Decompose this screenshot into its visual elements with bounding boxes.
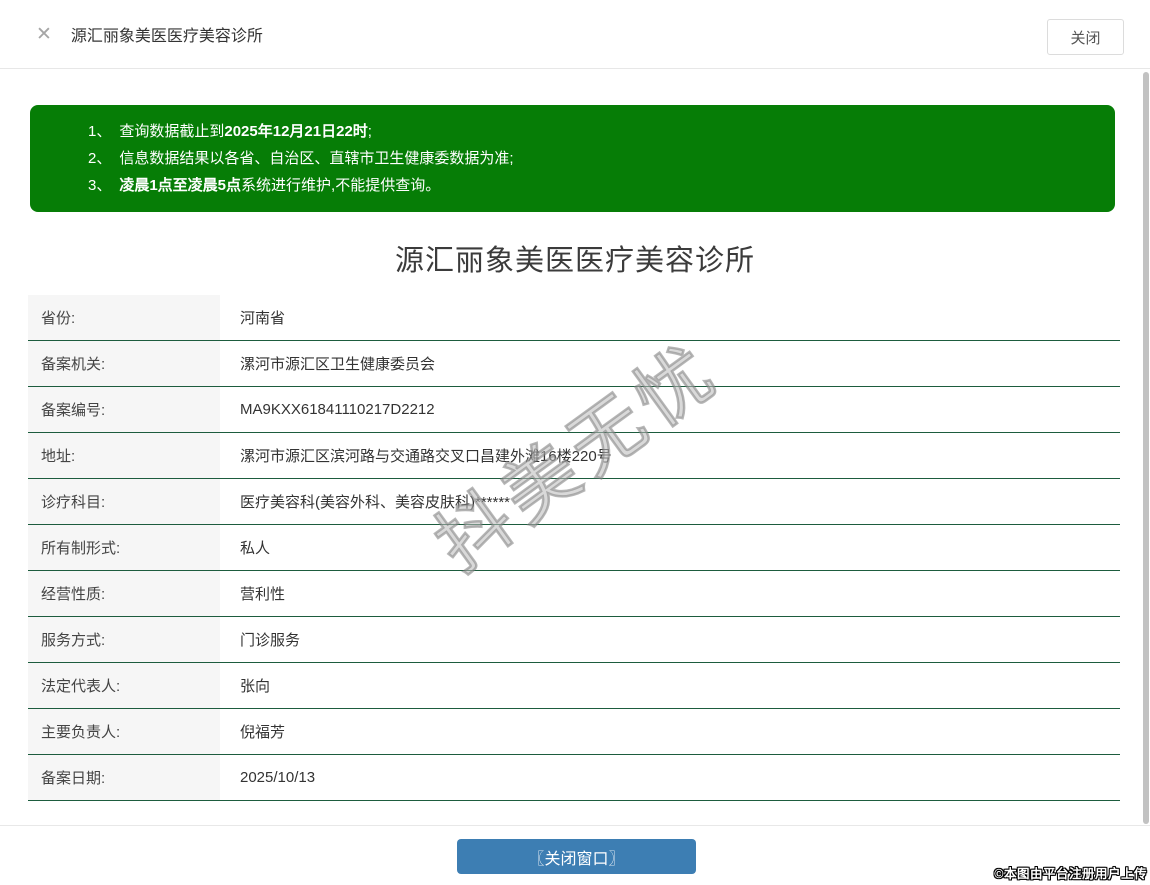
row-label: 备案机关: [28, 341, 220, 386]
close-window-button[interactable]: 〖关闭窗口〗 [457, 839, 696, 874]
info-table: 省份: 河南省 备案机关: 漯河市源汇区卫生健康委员会 备案编号: MA9KXX… [28, 295, 1120, 801]
table-row: 经营性质: 营利性 [28, 571, 1120, 617]
table-row: 省份: 河南省 [28, 295, 1120, 341]
table-row: 主要负责人: 倪福芳 [28, 709, 1120, 755]
row-value: 河南省 [220, 295, 1120, 340]
notice-text-segment: ; [367, 123, 372, 140]
row-label: 备案日期: [28, 755, 220, 800]
table-row: 备案机关: 漯河市源汇区卫生健康委员会 [28, 341, 1120, 387]
footer-divider [0, 825, 1150, 826]
row-label: 经营性质: [28, 571, 220, 616]
row-label: 诊疗科目: [28, 479, 220, 524]
notice-item-number: 1、 [88, 123, 112, 140]
table-row: 备案编号: MA9KXX61841110217D2212 [28, 387, 1120, 433]
row-label: 服务方式: [28, 617, 220, 662]
notice-item: 3、 凌晨1点至凌晨5点系统进行维护,不能提供查询。 [88, 172, 1091, 199]
row-label: 主要负责人: [28, 709, 220, 754]
row-value: MA9KXX61841110217D2212 [220, 387, 1120, 432]
notice-text-segment: 2025年12月21日22时 [224, 123, 368, 140]
notice-item-text: 凌晨1点至凌晨5点系统进行维护,不能提供查询。 [119, 172, 440, 199]
row-value: 张向 [220, 663, 1120, 708]
notice-item-number: 2、 [88, 150, 112, 167]
notice-list: 1、 查询数据截止到2025年12月21日22时; 2、 信息数据结果以各省、自… [88, 118, 1091, 199]
table-row: 地址: 漯河市源汇区滨河路与交通路交叉口昌建外滩16楼220号 [28, 433, 1120, 479]
row-value: 营利性 [220, 571, 1120, 616]
row-label: 法定代表人: [28, 663, 220, 708]
row-label: 所有制形式: [28, 525, 220, 570]
row-value: 门诊服务 [220, 617, 1120, 662]
row-label: 备案编号: [28, 387, 220, 432]
table-row: 备案日期: 2025/10/13 [28, 755, 1120, 801]
row-value: 漯河市源汇区卫生健康委员会 [220, 341, 1120, 386]
notice-text-segment: 查询数据截止到 [119, 123, 225, 140]
close-icon[interactable]: ✕ [36, 25, 52, 44]
table-row: 诊疗科目: 医疗美容科(美容外科、美容皮肤科)****** [28, 479, 1120, 525]
scrollbar-thumb[interactable] [1143, 72, 1149, 824]
notice-item-text: 信息数据结果以各省、自治区、直辖市卫生健康委数据为准; [119, 145, 513, 172]
notice-box: 1、 查询数据截止到2025年12月21日22时; 2、 信息数据结果以各省、自… [30, 105, 1115, 212]
row-value: 倪福芳 [220, 709, 1120, 754]
notice-text-segment: 凌晨1点至凌晨5点 [119, 177, 242, 194]
table-row: 所有制形式: 私人 [28, 525, 1120, 571]
notice-item-number: 3、 [88, 177, 112, 194]
page-title: 源汇丽象美医医疗美容诊所 [70, 28, 263, 45]
row-label: 省份: [28, 295, 220, 340]
notice-text-segment: 信息数据结果以各省、自治区、直辖市卫生健康委数据为准; [119, 150, 514, 167]
close-button[interactable]: 关闭 [1047, 19, 1124, 55]
row-label: 地址: [28, 433, 220, 478]
row-value: 私人 [220, 525, 1120, 570]
header: ✕ 源汇丽象美医医疗美容诊所 关闭 [0, 0, 1150, 69]
notice-text-segment: 系统进行维护,不能提供查询。 [241, 177, 441, 194]
row-value: 医疗美容科(美容外科、美容皮肤科)****** [220, 479, 1120, 524]
notice-item-text: 查询数据截止到2025年12月21日22时; [119, 118, 372, 145]
notice-item: 2、 信息数据结果以各省、自治区、直辖市卫生健康委数据为准; [88, 145, 1091, 172]
row-value: 2025/10/13 [220, 755, 1120, 800]
table-row: 服务方式: 门诊服务 [28, 617, 1120, 663]
row-value: 漯河市源汇区滨河路与交通路交叉口昌建外滩16楼220号 [220, 433, 1120, 478]
table-row: 法定代表人: 张向 [28, 663, 1120, 709]
notice-item: 1、 查询数据截止到2025年12月21日22时; [88, 118, 1091, 145]
attribution-text: ©本图由平台注册用户上传 [994, 867, 1147, 881]
clinic-title: 源汇丽象美医医疗美容诊所 [394, 245, 755, 277]
